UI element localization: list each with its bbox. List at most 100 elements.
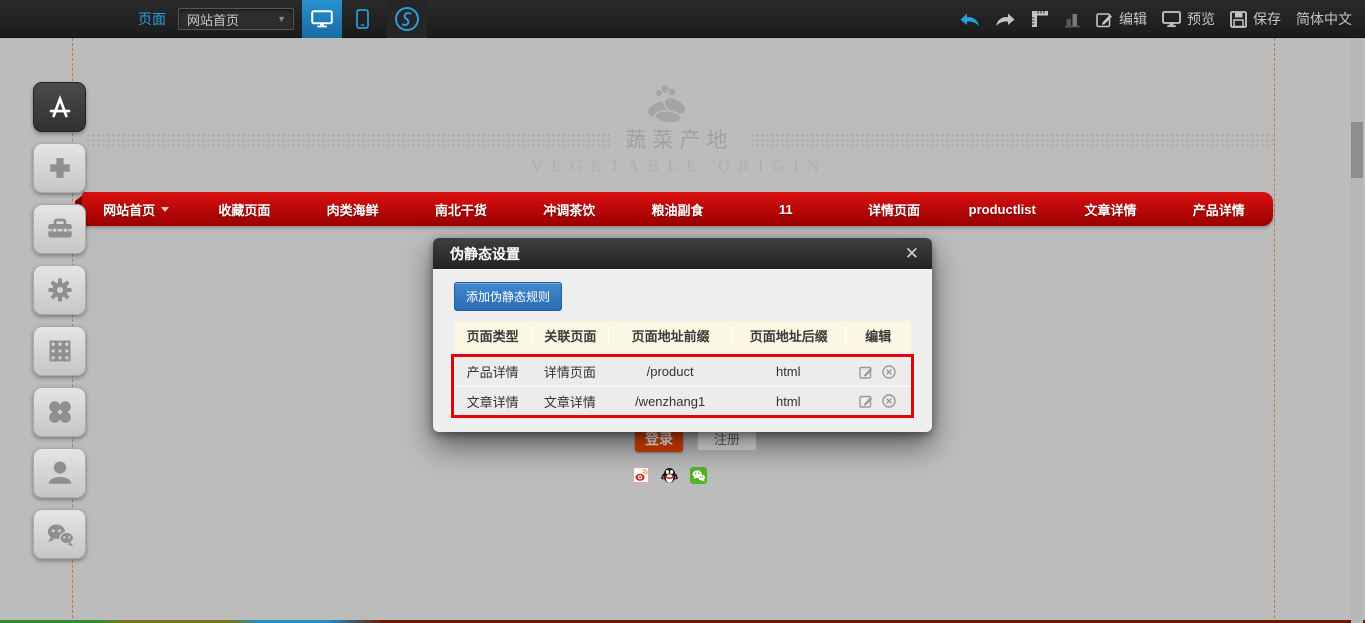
- scrollbar-thumb[interactable]: [1351, 122, 1363, 178]
- preview-button[interactable]: 预览: [1162, 9, 1215, 29]
- undo-icon: [959, 12, 980, 27]
- ruler-button[interactable]: [1031, 10, 1049, 28]
- sidebar-item-modules[interactable]: [33, 326, 86, 376]
- monitor-icon: [311, 10, 333, 28]
- delete-circle-x-icon: [882, 394, 896, 408]
- nav-item-tea-drinks[interactable]: 冲调茶饮: [515, 192, 623, 226]
- edit-rule-button[interactable]: [859, 365, 873, 379]
- top-toolbar: 页面 网站首页 ▼: [0, 0, 1365, 38]
- preview-button-label: 预览: [1187, 9, 1215, 29]
- edit-pencil-icon: [1096, 11, 1113, 28]
- highlight-frame: 产品详情 详情页面 /product html: [451, 354, 914, 418]
- preview-monitor-icon: [1162, 11, 1181, 28]
- pseudo-static-settings-dialog: 伪静态设置 ✕ 添加伪静态规则 页面类型 关联页面 页面地址前缀 页面地址后缀 …: [433, 238, 932, 432]
- undo-button[interactable]: [959, 12, 980, 27]
- delete-circle-x-icon: [882, 365, 896, 379]
- sidebar-item-member[interactable]: [33, 448, 86, 498]
- cell-url-prefix: /wenzhang1: [608, 394, 731, 409]
- edit-button-label: 编辑: [1119, 9, 1147, 29]
- nav-item-detail-page[interactable]: 详情页面: [840, 192, 948, 226]
- chat-bubbles-icon: [41, 516, 79, 552]
- dialog-body: 添加伪静态规则 页面类型 关联页面 页面地址前缀 页面地址后缀 编辑 产品详情 …: [433, 269, 932, 432]
- add-rule-button[interactable]: 添加伪静态规则: [454, 282, 562, 311]
- dialog-header[interactable]: 伪静态设置 ✕: [433, 238, 932, 269]
- header-url-suffix: 页面地址后缀: [732, 327, 845, 347]
- grid-icon: [43, 334, 77, 368]
- rule-table: 页面类型 关联页面 页面地址前缀 页面地址后缀 编辑 产品详情 详情页面 /pr…: [454, 321, 911, 418]
- edit-rule-button[interactable]: [859, 394, 873, 408]
- social-icons-row: [633, 466, 707, 484]
- site-title[interactable]: 蔬菜产地: [610, 124, 750, 154]
- cell-url-prefix: /product: [608, 364, 731, 379]
- nav-item-product-detail[interactable]: 产品详情: [1165, 192, 1273, 226]
- sidebar-item-wechat[interactable]: [33, 509, 86, 559]
- desktop-view-button[interactable]: [302, 0, 342, 38]
- sidebar-item-add[interactable]: [33, 143, 86, 193]
- mobile-view-button[interactable]: [342, 0, 382, 38]
- edit-pencil-icon: [859, 365, 873, 379]
- cell-linked-page: 详情页面: [531, 362, 608, 381]
- header-linked-page: 关联页面: [531, 327, 608, 347]
- nav-item-grain-oil[interactable]: 粮油副食: [623, 192, 731, 226]
- nav-item-dry-goods[interactable]: 南北干货: [407, 192, 515, 226]
- chevron-down-icon: ▼: [277, 14, 286, 24]
- stats-button[interactable]: [1064, 11, 1081, 28]
- header-page-type: 页面类型: [454, 327, 531, 347]
- table-row: 产品详情 详情页面 /product html: [454, 357, 911, 386]
- sidebar-item-plugins[interactable]: [33, 387, 86, 437]
- cell-url-suffix: html: [732, 394, 845, 409]
- phone-icon: [356, 9, 369, 29]
- site-navbar: 网站首页 收藏页面 肉类海鲜 南北干货 冲调茶饮 粮油副食 11 详情页面 pr…: [82, 192, 1273, 226]
- language-switcher[interactable]: 简体中文: [1296, 9, 1352, 29]
- page-label: 页面: [138, 9, 166, 29]
- delete-rule-button[interactable]: [882, 365, 896, 379]
- site-subtitle: VEGETABLE ORIGIN: [86, 158, 1273, 176]
- clover-icon: [42, 394, 78, 430]
- nav-item-11[interactable]: 11: [732, 192, 840, 226]
- page-select-value: 网站首页: [187, 10, 239, 29]
- chevron-down-icon: [161, 207, 169, 212]
- vegetable-leaves-icon: [640, 82, 694, 128]
- qq-icon[interactable]: [661, 466, 678, 484]
- redo-button[interactable]: [995, 12, 1016, 27]
- close-icon[interactable]: ✕: [905, 245, 919, 262]
- header-url-prefix: 页面地址前缀: [608, 327, 731, 347]
- save-floppy-icon: [1230, 11, 1247, 28]
- column-chart-icon: [1064, 11, 1081, 28]
- redo-icon: [995, 12, 1016, 27]
- sidebar-item-settings[interactable]: [33, 265, 86, 315]
- cell-page-type: 文章详情: [454, 392, 531, 411]
- nav-item-article-detail[interactable]: 文章详情: [1056, 192, 1164, 226]
- weibo-icon[interactable]: [633, 467, 649, 483]
- nav-item-favorites[interactable]: 收藏页面: [190, 192, 298, 226]
- sidebar-item-design[interactable]: [33, 82, 86, 132]
- gear-icon: [42, 272, 78, 308]
- user-icon: [42, 455, 78, 491]
- nav-item-meat-seafood[interactable]: 肉类海鲜: [299, 192, 407, 226]
- edit-button[interactable]: 编辑: [1096, 9, 1147, 29]
- edit-pencil-icon: [859, 394, 873, 408]
- table-row: 文章详情 文章详情 /wenzhang1 html: [454, 386, 911, 415]
- cell-page-type: 产品详情: [454, 362, 531, 381]
- sidebar-item-toolbox[interactable]: [33, 204, 86, 254]
- page-select-dropdown[interactable]: 网站首页 ▼: [178, 8, 294, 30]
- delete-rule-button[interactable]: [882, 394, 896, 408]
- header-edit: 编辑: [845, 327, 911, 347]
- toolbox-icon: [42, 211, 78, 247]
- cell-url-suffix: html: [732, 364, 845, 379]
- dotted-divider-left: [86, 133, 610, 146]
- save-button[interactable]: 保存: [1230, 9, 1281, 29]
- sync-logo-button[interactable]: [387, 0, 427, 38]
- save-button-label: 保存: [1253, 9, 1281, 29]
- nav-item-productlist[interactable]: productlist: [948, 192, 1056, 226]
- cell-linked-page: 文章详情: [531, 392, 608, 411]
- plus-icon: [42, 150, 78, 186]
- wechat-icon[interactable]: [690, 467, 707, 484]
- nav-item-home[interactable]: 网站首页: [82, 192, 190, 226]
- dotted-divider-right: [750, 133, 1274, 146]
- vertical-scrollbar[interactable]: [1351, 38, 1363, 623]
- right-page-guide: [1274, 38, 1275, 623]
- app-design-icon: [41, 89, 79, 125]
- site-title-row: 蔬菜产地: [86, 126, 1273, 152]
- dialog-title: 伪静态设置: [450, 244, 905, 264]
